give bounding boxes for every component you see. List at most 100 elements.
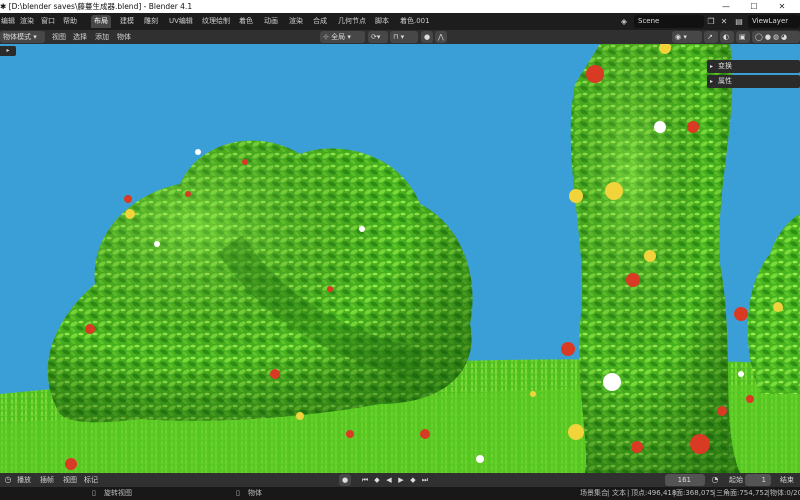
menu-render[interactable]: 渲染 — [20, 16, 34, 27]
status-object: 物体 — [248, 489, 262, 497]
tab-rendering[interactable]: 渲染 — [286, 15, 306, 28]
status-objects: 物体:0/20 — [770, 489, 800, 497]
gizmo-icon: ↗ — [707, 33, 713, 41]
play-button[interactable]: ▶ — [396, 474, 406, 486]
menu-object[interactable]: 物体 — [117, 31, 131, 43]
tab-shading-001[interactable]: 着色.001 — [397, 15, 433, 28]
menu-help[interactable]: 帮助 — [63, 16, 77, 27]
menu-select[interactable]: 选择 — [73, 31, 87, 43]
panel-transform-caret-icon: ▸ — [710, 63, 714, 70]
prev-keyframe-icon: ◆ — [374, 476, 380, 484]
status-sep-1: | — [607, 489, 610, 497]
timeline-menu-keying[interactable]: 插帧 — [40, 474, 54, 486]
mode-selector[interactable]: 物体模式 ▾ — [0, 31, 45, 43]
record-icon: ● — [342, 476, 349, 484]
shading-icons: ◯●◍◕ — [755, 33, 790, 41]
menu-view[interactable]: 视图 — [52, 31, 66, 43]
scene-icon[interactable]: ◈ — [618, 16, 630, 28]
tab-animation[interactable]: 动画 — [261, 15, 281, 28]
status-tris: 三角面:754,752 — [716, 489, 769, 497]
tab-geometry-nodes[interactable]: 几何节点 — [335, 15, 369, 28]
overlay-icon: ◐ — [723, 33, 730, 41]
falloff-selector[interactable]: ⋀ — [435, 31, 447, 43]
status-collection: 场景集合 — [580, 489, 608, 497]
start-frame-label: 起始 — [729, 476, 743, 484]
pivot-selector[interactable]: ⟳▾ — [368, 31, 388, 43]
status-bar: ▯ 旋转视图 ▯ 物体 场景集合 | 文本 | 顶点:496,418 | 面:3… — [0, 487, 800, 500]
status-sep-2: | — [627, 489, 630, 497]
orientation-label: 全局 — [331, 33, 346, 41]
tab-layout[interactable]: 布局 — [91, 15, 111, 28]
panel-properties-label: 属性 — [718, 77, 732, 85]
status-verts: 顶点:496,418 — [631, 489, 677, 497]
3d-viewport[interactable]: ▸ ▸ 变换 ▸ 属性 — [0, 44, 800, 473]
maximize-button[interactable]: ☐ — [744, 0, 764, 13]
falloff-icon: ⋀ — [438, 33, 444, 41]
editor-type-icon[interactable]: ◷ — [2, 474, 14, 486]
tab-compositing[interactable]: 合成 — [310, 15, 330, 28]
tab-texture-paint[interactable]: 纹理绘制 — [199, 15, 233, 28]
panel-properties[interactable]: ▸ 属性 — [707, 75, 800, 88]
shading-mode-buttons[interactable]: ◯●◍◕ — [752, 31, 800, 43]
play-reverse-icon: ◀ — [386, 476, 392, 484]
eye-icon: ◉ ▾ — [675, 33, 687, 41]
visibility-selector[interactable]: ◉ ▾ — [672, 31, 702, 43]
status-sep-3: | — [673, 489, 676, 497]
status-text: 文本 — [612, 489, 626, 497]
close-button[interactable]: ✕ — [772, 0, 792, 13]
jump-start-button[interactable]: ⏮ — [360, 474, 370, 486]
view-layer-icon[interactable]: ▤ — [733, 16, 745, 28]
play-icon: ▶ — [398, 476, 404, 484]
timeline-header: ◷ 播放 插帧 视图 标记 ● ⏮ ◆ ◀ ▶ ◆ ⏭ 161 ◔ 起始 1 结… — [0, 473, 800, 487]
next-keyframe-button[interactable]: ◆ — [408, 474, 418, 486]
status-sep-4: | — [713, 489, 716, 497]
transform-orientation-selector[interactable]: ⊹ 全局 ▾ — [320, 31, 365, 43]
end-frame-label: 结束 — [780, 476, 794, 484]
proportional-edit-toggle[interactable]: ● — [421, 31, 433, 43]
toolbar-toggle[interactable]: ▸ — [0, 46, 16, 56]
panel-transform-label: 变换 — [718, 62, 732, 70]
tab-shading[interactable]: 着色 — [236, 15, 256, 28]
xray-toggle[interactable]: ▣ — [736, 31, 750, 43]
overlay-toggle[interactable]: ◐ — [720, 31, 734, 43]
snap-icon: ⊓ ▾ — [393, 33, 405, 41]
window-title: ✱ [D:\blender saves\藤蔓生成器.blend] - Blend… — [0, 2, 193, 11]
menu-edit[interactable]: 编辑 — [1, 16, 15, 27]
mode-label: 物体模式 — [3, 33, 31, 41]
scene-field[interactable]: Scene — [634, 15, 704, 28]
gizmo-toggle[interactable]: ↗ — [704, 31, 718, 43]
timeline-menu-view[interactable]: 视图 — [63, 474, 77, 486]
tab-sculpting[interactable]: 雕刻 — [141, 15, 161, 28]
panel-transform[interactable]: ▸ 变换 — [707, 60, 800, 73]
top-menu-bar: 编辑 渲染 窗口 帮助 布局 建模 雕刻 UV编辑 纹理绘制 着色 动画 渲染 … — [0, 13, 800, 30]
panel-properties-caret-icon: ▸ — [710, 78, 714, 85]
status-faces: 面:368,075 — [676, 489, 715, 497]
delete-scene-icon[interactable]: ✕ — [718, 16, 730, 28]
view-layer-field[interactable]: ViewLayer — [748, 15, 800, 28]
pivot-icon: ⟳▾ — [371, 33, 381, 41]
tab-modeling[interactable]: 建模 — [117, 15, 137, 28]
timeline-menu-playback[interactable]: 播放 — [17, 474, 31, 486]
clock-icon[interactable]: ◔ — [709, 474, 721, 486]
menu-window[interactable]: 窗口 — [41, 16, 55, 27]
snap-selector[interactable]: ⊓ ▾ — [390, 31, 418, 43]
minimize-button[interactable]: — — [716, 0, 736, 13]
timeline-menu-marker[interactable]: 标记 — [84, 474, 98, 486]
tab-uv-editing[interactable]: UV编辑 — [166, 15, 196, 28]
jump-end-icon: ⏭ — [421, 476, 429, 484]
proportional-edit-icon: ● — [424, 33, 431, 41]
jump-end-button[interactable]: ⏭ — [420, 474, 430, 486]
autokey-toggle[interactable]: ● — [339, 474, 351, 486]
current-frame-field[interactable]: 161 — [665, 474, 705, 486]
xray-icon: ▣ — [739, 33, 746, 41]
next-keyframe-icon: ◆ — [410, 476, 416, 484]
jump-start-icon: ⏮ — [361, 476, 369, 484]
orientation-icon: ⊹ — [323, 33, 332, 41]
prev-keyframe-button[interactable]: ◆ — [372, 474, 382, 486]
play-reverse-button[interactable]: ◀ — [384, 474, 394, 486]
tab-scripting[interactable]: 脚本 — [372, 15, 392, 28]
toolbar-toggle-icon: ▸ — [6, 47, 10, 54]
new-scene-icon[interactable]: ❐ — [705, 16, 717, 28]
start-frame-field[interactable]: 1 — [745, 474, 771, 486]
menu-add[interactable]: 添加 — [95, 31, 109, 43]
